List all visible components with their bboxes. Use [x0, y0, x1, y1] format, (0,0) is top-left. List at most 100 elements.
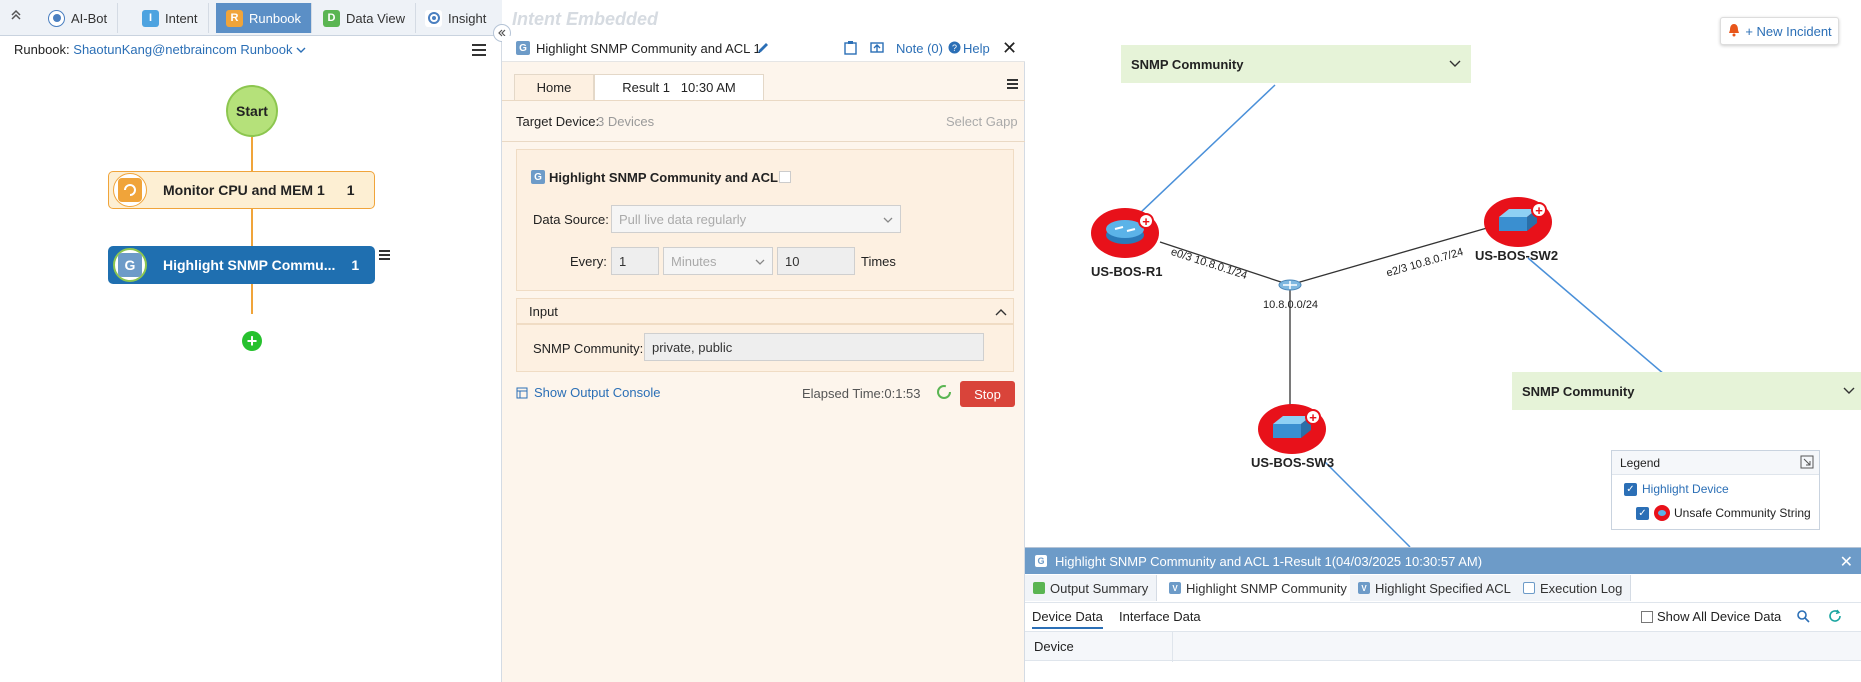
- detail-menu-icon[interactable]: [1007, 79, 1018, 89]
- data-view-icon: D: [323, 9, 340, 27]
- note-link[interactable]: Note (0): [896, 41, 943, 56]
- snmp-community-box[interactable]: SNMP Community: [1121, 45, 1471, 83]
- bell-icon: [1727, 23, 1741, 40]
- card-checkbox[interactable]: [779, 171, 791, 183]
- edit-icon[interactable]: [756, 41, 770, 58]
- device-label[interactable]: US-BOS-SW2: [1475, 248, 1558, 263]
- gapp-card: G Highlight SNMP Community and ACL Data …: [516, 149, 1014, 291]
- data-source-select[interactable]: Pull live data regularly: [611, 205, 901, 233]
- device-label[interactable]: US-BOS-SW3: [1251, 455, 1334, 470]
- runbook-node-highlight-snmp[interactable]: G Highlight SNMP Commu... 1: [108, 246, 375, 284]
- tab-result-1[interactable]: Result 1 10:30 AM: [594, 74, 764, 100]
- node-menu-icon[interactable]: [379, 250, 390, 260]
- tab-home[interactable]: Home: [514, 74, 594, 100]
- snmp-box-title: SNMP Community: [1522, 383, 1635, 399]
- runbook-owner-link[interactable]: ShaotunKang@netbraincom Runbook: [73, 42, 292, 57]
- result-title: Highlight SNMP Community and ACL 1-Resul…: [1055, 553, 1483, 569]
- stop-button[interactable]: Stop: [960, 381, 1015, 407]
- legend-checkbox[interactable]: ✓: [1624, 483, 1637, 496]
- tab-label: Execution Log: [1540, 580, 1623, 596]
- tab-data-view[interactable]: D Data View: [313, 3, 417, 33]
- times-value: 10: [785, 253, 800, 269]
- snmp-community-box[interactable]: SNMP Community: [1512, 372, 1861, 410]
- plus-icon: +: [1531, 202, 1547, 218]
- clipboard-icon[interactable]: [843, 40, 859, 59]
- close-icon[interactable]: ✕: [1840, 552, 1853, 572]
- snmp-community-input[interactable]: private, public: [644, 333, 984, 361]
- times-input[interactable]: 10: [777, 247, 855, 275]
- runbook-menu-icon[interactable]: [472, 44, 486, 56]
- show-all-checkbox[interactable]: [1641, 611, 1653, 623]
- column-device[interactable]: Device: [1034, 639, 1074, 654]
- gapp-v-icon: V: [1169, 582, 1181, 594]
- connector-line: [251, 284, 253, 314]
- tab-ai-bot[interactable]: AI-Bot: [38, 3, 119, 33]
- target-label: Target Device:: [516, 114, 600, 129]
- legend-checkbox[interactable]: ✓: [1636, 507, 1649, 520]
- input-section-title: Input: [529, 304, 558, 319]
- gapp-icon: G: [516, 41, 530, 55]
- chevron-down-icon[interactable]: [296, 42, 306, 57]
- show-all-label: Show All Device Data: [1657, 609, 1782, 624]
- plus-icon: +: [1138, 213, 1154, 229]
- node-count: 1: [346, 182, 355, 198]
- card-title: Highlight SNMP Community and ACL: [549, 170, 778, 185]
- tab-label: Runbook: [249, 10, 302, 26]
- subtab-row: Device Data Interface Data Show All Devi…: [1025, 602, 1861, 630]
- chevron-down-icon[interactable]: [1843, 384, 1855, 399]
- subtab-device-data[interactable]: Device Data: [1032, 609, 1103, 629]
- tab-insight[interactable]: Insight: [415, 3, 496, 33]
- collapse-up-icon[interactable]: [6, 8, 26, 28]
- help-icon[interactable]: ?: [948, 41, 961, 57]
- data-source-value: Pull live data regularly: [619, 211, 747, 227]
- runbook-prefix: Runbook:: [14, 42, 70, 57]
- gapp-detail-panel: G Highlight SNMP Community and ACL 1 Not…: [502, 36, 1025, 682]
- add-node-icon[interactable]: +: [242, 331, 262, 351]
- intent-icon: I: [142, 9, 159, 27]
- close-icon[interactable]: ✕: [1002, 39, 1017, 57]
- tab-runbook[interactable]: R Runbook: [216, 3, 313, 33]
- tab-label: Result 1 10:30 AM: [622, 80, 736, 95]
- chevron-down-icon: [755, 254, 765, 269]
- device-label[interactable]: US-BOS-R1: [1091, 264, 1163, 279]
- result-title-bar: G Highlight SNMP Community and ACL 1-Res…: [1025, 548, 1861, 574]
- share-icon[interactable]: [869, 40, 885, 59]
- refresh-icon[interactable]: [1828, 609, 1842, 626]
- tab-highlight-specified-acl[interactable]: V Highlight Specified ACL: [1350, 575, 1520, 601]
- tab-execution-log[interactable]: Execution Log: [1515, 575, 1632, 601]
- tab-label: AI-Bot: [71, 10, 108, 26]
- unit-select[interactable]: Minutes: [663, 247, 773, 275]
- chevron-up-icon[interactable]: [995, 305, 1007, 320]
- snmp-label: SNMP Community:: [533, 341, 644, 356]
- legend-collapse-icon[interactable]: [1800, 455, 1814, 472]
- insight-icon: [425, 9, 442, 27]
- connector-line: [251, 209, 253, 246]
- target-value[interactable]: 3 Devices: [597, 114, 654, 129]
- tab-highlight-snmp-community[interactable]: V Highlight SNMP Community: [1161, 575, 1356, 601]
- result-panel: G Highlight SNMP Community and ACL 1-Res…: [1025, 547, 1861, 682]
- console-icon: [516, 387, 528, 402]
- tab-intent[interactable]: I Intent: [132, 3, 209, 33]
- runbook-title: Runbook: ShaotunKang@netbraincom Runbook: [14, 42, 306, 57]
- start-node[interactable]: Start: [226, 85, 278, 137]
- runbook-icon: R: [226, 9, 243, 27]
- tab-output-summary[interactable]: Output Summary: [1025, 575, 1158, 601]
- subtab-interface-data[interactable]: Interface Data: [1119, 609, 1201, 624]
- help-link[interactable]: Help: [963, 41, 990, 56]
- node-count: 1: [351, 257, 360, 273]
- log-icon: [1523, 582, 1535, 594]
- show-output-console-link[interactable]: Show Output Console: [534, 385, 660, 400]
- snmp-box-title: SNMP Community: [1131, 56, 1244, 72]
- subnet-icon[interactable]: [1277, 277, 1303, 293]
- input-section-header[interactable]: Input: [516, 298, 1014, 324]
- runbook-node-monitor[interactable]: Monitor CPU and MEM 1 1: [108, 171, 375, 209]
- top-tab-bar: AI-Bot I Intent R Runbook D Data View In…: [0, 0, 502, 36]
- tab-label: Output Summary: [1050, 580, 1149, 596]
- chevron-down-icon[interactable]: [1449, 57, 1461, 72]
- legend-panel: Legend ✓ Highlight Device ✓ Unsafe Commu…: [1611, 450, 1820, 530]
- node-label: Monitor CPU and MEM 1: [163, 182, 325, 198]
- select-gapp-link[interactable]: Select Gapp: [946, 114, 1018, 129]
- every-input[interactable]: 1: [611, 247, 659, 275]
- new-incident-button[interactable]: + New Incident: [1720, 17, 1839, 45]
- search-icon[interactable]: [1796, 609, 1810, 626]
